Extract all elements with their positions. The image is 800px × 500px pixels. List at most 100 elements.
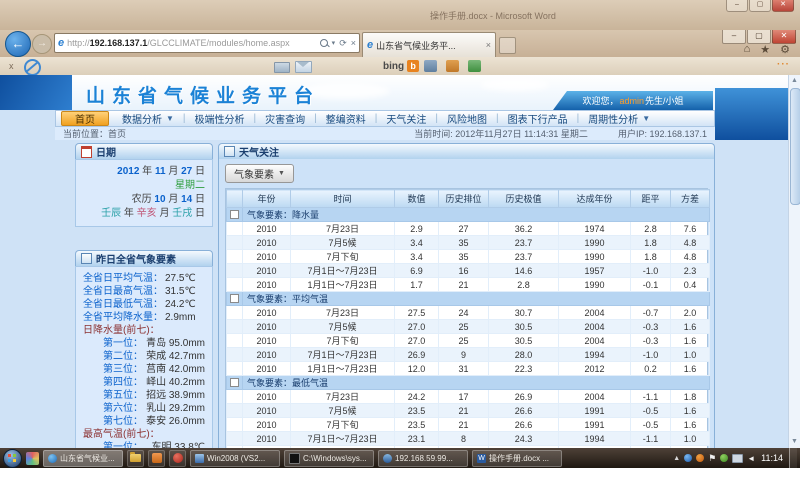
nav-item-8[interactable]: 周期性分析▼ bbox=[579, 111, 659, 126]
checkbox[interactable] bbox=[230, 210, 239, 219]
rank-label: 第二位： bbox=[103, 350, 143, 363]
table-row[interactable]: 20101月1日～7月23日1.7212.81990-0.10.4 bbox=[227, 278, 710, 292]
taskbar-task-active[interactable]: 山东省气候业... bbox=[43, 450, 123, 467]
refresh-icon[interactable]: ⟳ bbox=[339, 38, 347, 49]
tray-blue-icon[interactable] bbox=[684, 454, 692, 462]
minimize-icon[interactable]: – bbox=[726, 0, 748, 12]
browser-close-icon[interactable]: ✕ bbox=[772, 30, 796, 44]
checkbox[interactable] bbox=[230, 378, 239, 387]
section-title: 日降水量(前七)： bbox=[83, 324, 205, 337]
table-row[interactable]: 20107月1日～7月23日23.1824.31994-1.11.0 bbox=[227, 432, 710, 446]
scrollbar-thumb[interactable] bbox=[790, 88, 800, 205]
nav-item-6[interactable]: 风险地图 bbox=[438, 111, 496, 126]
table-cell: 1.6 bbox=[671, 362, 710, 376]
browser-minimize-icon[interactable]: – bbox=[722, 30, 746, 44]
toolbar-close-icon[interactable]: x bbox=[9, 61, 14, 71]
addon-icon-3[interactable] bbox=[468, 60, 481, 72]
table-cell: 25 bbox=[439, 334, 489, 348]
table-cell: 2010 bbox=[243, 306, 291, 320]
tray-expand-icon[interactable]: ▲ bbox=[673, 455, 680, 462]
weather-element-filter-button[interactable]: 气象要素▼ bbox=[225, 164, 294, 183]
settings-gear-icon[interactable]: ⚙ bbox=[780, 43, 790, 56]
table-row[interactable]: 20107月1日～7月23日26.9928.01994-1.01.0 bbox=[227, 348, 710, 362]
toolbar-more-icon[interactable]: ··· bbox=[777, 59, 790, 70]
blocked-circle-icon[interactable] bbox=[24, 59, 41, 76]
current-time: 当前时间: 2012年11月27日 11:14:31 星期二 bbox=[414, 127, 588, 140]
stop-icon[interactable]: × bbox=[351, 38, 356, 48]
back-button[interactable]: ← bbox=[5, 31, 31, 57]
nav-item-5[interactable]: 天气关注 bbox=[377, 111, 435, 126]
tray-flame-icon[interactable] bbox=[696, 454, 704, 462]
start-button[interactable] bbox=[3, 449, 22, 468]
bing-search-widget[interactable]: bing b bbox=[383, 60, 419, 72]
table-cell: 2010 bbox=[243, 222, 291, 236]
table-cell: 23.5 bbox=[395, 404, 439, 418]
maximize-icon[interactable]: ▢ bbox=[749, 0, 771, 12]
volume-icon[interactable]: ◄ bbox=[747, 454, 755, 463]
new-tab-button[interactable] bbox=[499, 37, 516, 54]
taskbar-clock[interactable]: 11:14 bbox=[761, 453, 783, 463]
taskbar-task-2[interactable]: 192.168.59.99... bbox=[378, 450, 468, 467]
mail-icon[interactable] bbox=[295, 61, 312, 73]
nav-item-1[interactable]: 数据分析▼ bbox=[113, 111, 183, 126]
nav-item-2[interactable]: 极端性分析 bbox=[186, 111, 254, 126]
summary-value: 2.9mm bbox=[165, 311, 196, 324]
forward-button[interactable]: → bbox=[32, 34, 52, 54]
table-row[interactable]: 20107月5候23.52126.61991-0.51.6 bbox=[227, 404, 710, 418]
browser-tab[interactable]: e 山东省气候业务平... × bbox=[362, 32, 496, 57]
cards-icon[interactable] bbox=[274, 62, 290, 73]
table-cell: 26.9 bbox=[489, 390, 559, 404]
ganzhi-date: 壬辰 年 辛亥 月 壬戌 日 bbox=[83, 207, 205, 221]
favorites-star-icon[interactable]: ★ bbox=[760, 43, 770, 56]
address-bar[interactable]: e http://192.168.137.1/GLCCLIMATE/module… bbox=[54, 33, 360, 53]
scroll-up-icon[interactable]: ▲ bbox=[789, 75, 800, 87]
taskbar-task-3[interactable]: W操作手册.docx ... bbox=[472, 450, 562, 467]
addon-icon-1[interactable] bbox=[424, 60, 437, 72]
table-row[interactable]: 20107月1日～7月23日6.91614.61957-1.02.3 bbox=[227, 264, 710, 278]
tray-green-icon[interactable] bbox=[720, 454, 728, 462]
table-row[interactable]: 20107月23日2.92736.219742.87.6 bbox=[227, 222, 710, 236]
table-cell: 24.3 bbox=[489, 432, 559, 446]
tab-close-icon[interactable]: × bbox=[483, 40, 491, 50]
table-row[interactable]: 20101月1日～7月23日12.03122.320120.21.6 bbox=[227, 362, 710, 376]
table-row[interactable]: 20107月5候27.02530.52004-0.31.6 bbox=[227, 320, 710, 334]
action-center-flag-icon[interactable]: ⚑ bbox=[708, 453, 716, 464]
table-cell: 23.7 bbox=[489, 250, 559, 264]
home-icon[interactable]: ⌂ bbox=[744, 43, 751, 56]
browser-maximize-icon[interactable]: ▢ bbox=[747, 30, 771, 44]
checkbox[interactable] bbox=[230, 294, 239, 303]
search-icon[interactable] bbox=[320, 39, 328, 47]
explorer-folder-icon[interactable] bbox=[127, 450, 144, 467]
nav-item-0[interactable]: 首页 bbox=[61, 111, 109, 126]
nav-item-4[interactable]: 整编资料 bbox=[317, 111, 375, 126]
nav-item-7[interactable]: 图表下行产品 bbox=[499, 111, 577, 126]
table-row[interactable]: 20107月下旬3.43523.719901.84.8 bbox=[227, 250, 710, 264]
media-player-icon[interactable] bbox=[169, 450, 186, 467]
system-tray: ▲ ⚑ ◄ 11:14 bbox=[673, 448, 797, 468]
browser-window-controls: – ▢ ✕ bbox=[722, 30, 796, 44]
table-row[interactable]: 20107月23日27.52430.72004-0.72.0 bbox=[227, 306, 710, 320]
group-label: 气象要素：平均气温 bbox=[243, 292, 710, 306]
rank-label: 第一位： bbox=[103, 337, 143, 350]
orange-app-icon[interactable] bbox=[148, 450, 165, 467]
table-row[interactable]: 20107月下旬23.52126.61991-0.51.6 bbox=[227, 418, 710, 432]
table-cell: 1991 bbox=[559, 418, 631, 432]
scroll-down-icon[interactable]: ▼ bbox=[789, 436, 800, 448]
close-icon[interactable]: ✕ bbox=[772, 0, 794, 12]
table-row[interactable]: 20107月下旬27.02530.52004-0.31.6 bbox=[227, 334, 710, 348]
row-gutter-cell bbox=[227, 250, 243, 264]
taskbar-task-1[interactable]: C:\Windows\sys... bbox=[284, 450, 374, 467]
page-scrollbar[interactable]: ▲ ▼ bbox=[788, 75, 800, 448]
rank-label: 第五位： bbox=[103, 389, 143, 402]
table-cell: 1.0 bbox=[671, 432, 710, 446]
quick-launch-icon[interactable] bbox=[26, 452, 39, 465]
table-row[interactable]: 20107月23日24.21726.92004-1.11.8 bbox=[227, 390, 710, 404]
table-cell: 21 bbox=[439, 278, 489, 292]
nav-item-3[interactable]: 灾害查询 bbox=[256, 111, 314, 126]
addon-icon-2[interactable] bbox=[446, 60, 459, 72]
table-row[interactable]: 20107月5候3.43523.719901.84.8 bbox=[227, 236, 710, 250]
search-dropdown-icon[interactable]: ▾ bbox=[332, 39, 336, 47]
taskbar-task-0[interactable]: Win2008 (VS2... bbox=[190, 450, 280, 467]
network-icon[interactable] bbox=[732, 454, 743, 463]
show-desktop-button[interactable] bbox=[789, 448, 797, 468]
